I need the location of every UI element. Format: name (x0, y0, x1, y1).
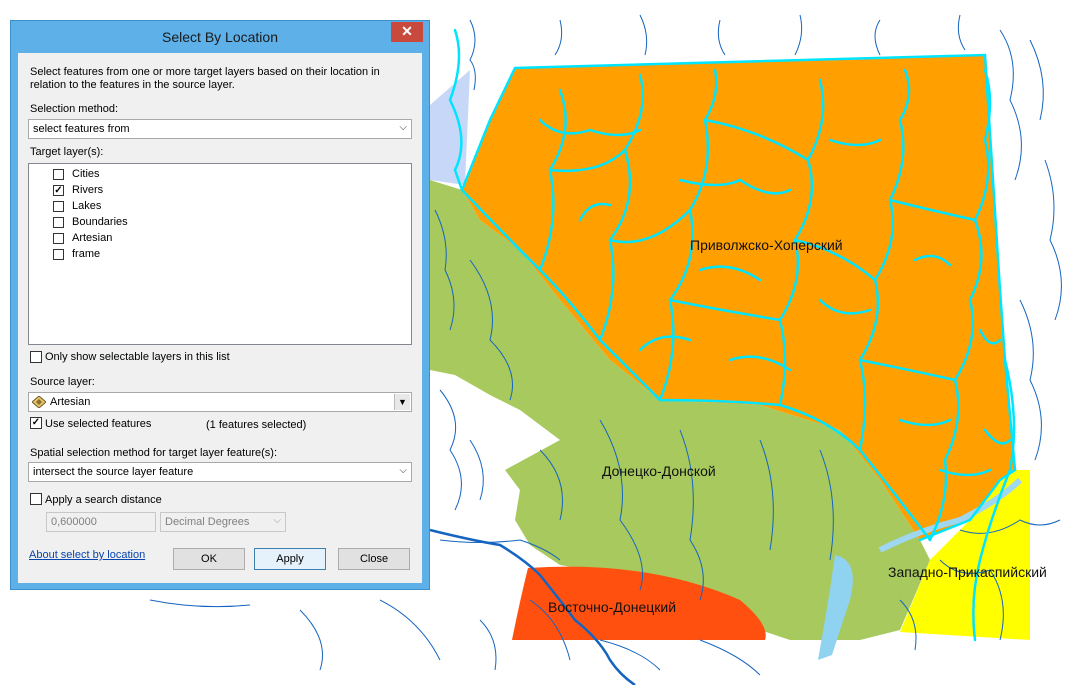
region-label-zapadno: Западно-Прикаспийский (888, 564, 1047, 580)
target-layer-label: Lakes (72, 200, 102, 212)
target-layer-label: frame (72, 248, 101, 260)
checkbox[interactable] (53, 169, 64, 180)
only-selectable-checkbox[interactable] (30, 351, 42, 363)
dialog-titlebar[interactable]: Select By Location ✕ (11, 21, 429, 53)
source-layer-value: Artesian (50, 396, 91, 408)
selection-method-value: select features from (33, 123, 130, 135)
source-layer-label: Source layer: (30, 376, 95, 388)
dialog-body: Select features from one or more target … (18, 53, 422, 583)
search-distance-checkbox[interactable] (30, 493, 42, 505)
dialog-description: Select features from one or more target … (30, 66, 380, 91)
target-layers-label: Target layer(s): (30, 146, 104, 158)
checkbox[interactable] (53, 217, 64, 228)
region-label-privolzhsko: Приволжско-Хоперский (690, 237, 843, 253)
selection-method-dropdown[interactable]: select features from ⌵ (28, 119, 412, 139)
use-selected-checkbox[interactable]: ✓ (30, 417, 42, 429)
features-selected-count: (1 features selected) (206, 419, 307, 431)
chevron-down-icon: ⌵ (399, 465, 407, 476)
dialog-title: Select By Location (162, 29, 278, 45)
selection-method-label: Selection method: (30, 103, 119, 115)
target-layer-label: Rivers (72, 184, 104, 196)
spatial-method-label: Spatial selection method for target laye… (30, 447, 278, 459)
checkbox[interactable] (53, 233, 64, 244)
target-layer-label: Cities (72, 168, 100, 180)
spatial-method-value: intersect the source layer feature (33, 466, 194, 478)
target-layers-list[interactable]: Cities ✓ Rivers Lakes Boundaries Artesia… (28, 163, 412, 345)
region-label-donetsk-don: Донецко-Донской (602, 463, 716, 479)
spatial-method-dropdown[interactable]: intersect the source layer feature ⌵ (28, 462, 412, 482)
region-label-vostochno: Восточно-Донецкий (548, 599, 676, 615)
search-distance-label: Apply a search distance (45, 494, 162, 506)
source-layer-dropdown[interactable]: Artesian ▼ (28, 392, 412, 412)
lake-region (430, 70, 470, 185)
checkbox-checked[interactable]: ✓ (53, 185, 64, 196)
target-layer-label: Boundaries (72, 216, 128, 228)
about-select-link[interactable]: About select by location (29, 549, 145, 561)
select-by-location-dialog: Select By Location ✕ Select features fro… (10, 20, 430, 590)
close-button[interactable]: Close (338, 548, 410, 570)
use-selected-label: Use selected features (45, 418, 152, 430)
chevron-down-icon: ⌵ (399, 122, 407, 133)
checkbox[interactable] (53, 249, 64, 260)
polygon-layer-icon (32, 396, 46, 408)
ok-button[interactable]: OK (173, 548, 245, 570)
chevron-down-icon[interactable]: ▼ (394, 394, 410, 410)
distance-units-dropdown[interactable]: Decimal Degrees ⌵ (160, 512, 286, 532)
close-icon[interactable]: ✕ (391, 22, 423, 42)
search-distance-value: 0,600000 (51, 516, 97, 528)
search-distance-input[interactable]: 0,600000 (46, 512, 156, 532)
only-selectable-label: Only show selectable layers in this list (45, 351, 230, 363)
chevron-down-icon: ⌵ (273, 515, 281, 526)
apply-button[interactable]: Apply (254, 548, 326, 570)
target-layer-label: Artesian (72, 232, 113, 244)
distance-units-value: Decimal Degrees (165, 516, 250, 528)
checkbox[interactable] (53, 201, 64, 212)
